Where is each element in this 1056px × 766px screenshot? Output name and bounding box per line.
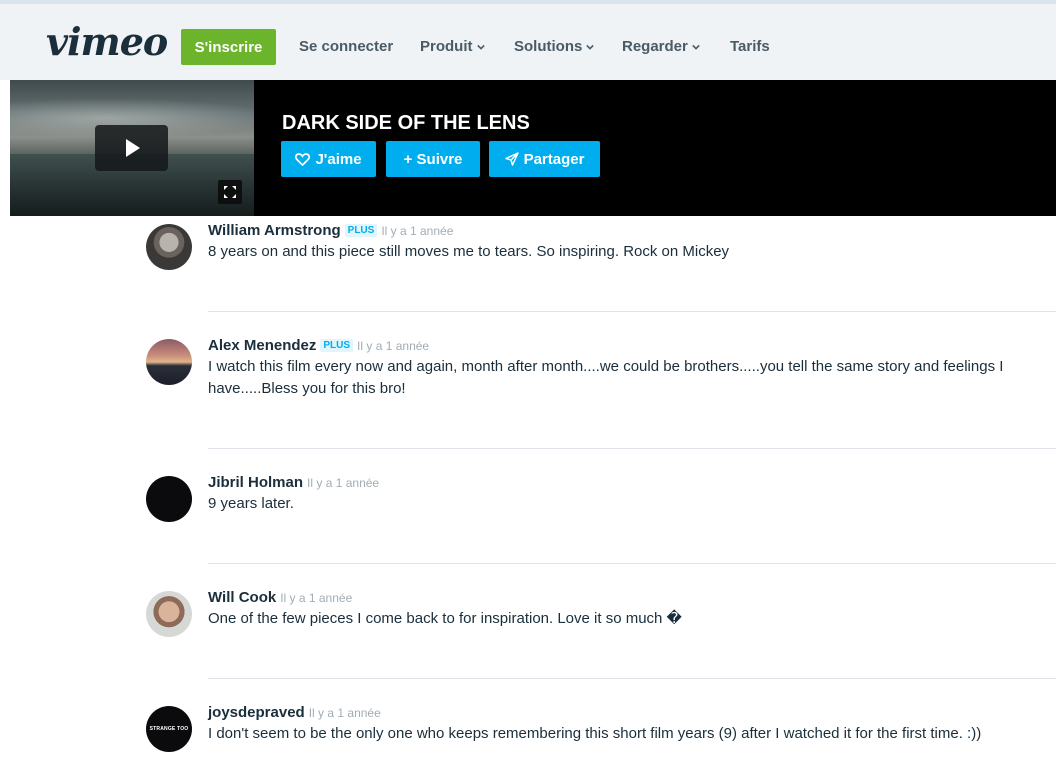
comment-timestamp[interactable]: Il y a 1 année — [357, 339, 429, 353]
avatar[interactable]: STRANGE TOO — [146, 706, 192, 752]
send-icon — [504, 152, 519, 166]
watch-label: Regarder — [622, 38, 688, 55]
chevron-down-icon — [586, 44, 595, 50]
video-header: DARK SIDE OF THE LENS J'aime + Suivre Pa… — [10, 80, 1056, 216]
play-icon — [125, 139, 140, 157]
comment-divider — [208, 678, 1056, 679]
comment-author[interactable]: Alex Menendez — [208, 337, 316, 354]
comment-divider — [208, 563, 1056, 564]
fullscreen-icon — [224, 186, 236, 198]
comment-timestamp[interactable]: Il y a 1 année — [309, 706, 381, 720]
login-label: Se connecter — [299, 38, 394, 55]
product-menu[interactable]: Produit — [420, 38, 485, 55]
comment-divider — [208, 448, 1056, 449]
plus-badge: PLUS — [320, 339, 354, 352]
avatar[interactable] — [146, 339, 192, 385]
comment-timestamp[interactable]: Il y a 1 année — [280, 591, 352, 605]
product-label: Produit — [420, 38, 473, 55]
comment-author[interactable]: Jibril Holman — [208, 474, 303, 491]
comment-text: I watch this film every now and again, m… — [208, 358, 1004, 397]
fullscreen-button[interactable] — [218, 180, 242, 204]
video-title: DARK SIDE OF THE LENS — [282, 112, 530, 134]
comment-timestamp[interactable]: Il y a 1 année — [381, 224, 453, 238]
solutions-label: Solutions — [514, 38, 583, 55]
top-navigation: vimeo S'inscrire Se connecter Produit So… — [0, 0, 1056, 80]
share-label: Partager — [523, 150, 585, 168]
comment-text: 8 years on and this piece still moves me… — [208, 243, 730, 260]
video-thumbnail[interactable] — [10, 80, 254, 216]
pricing-label: Tarifs — [730, 38, 770, 55]
vimeo-logo[interactable]: vimeo — [46, 22, 168, 62]
follow-button[interactable]: + Suivre — [386, 141, 480, 177]
plus-badge: PLUS — [344, 224, 378, 237]
avatar[interactable] — [146, 476, 192, 522]
comment-author[interactable]: Will Cook — [208, 589, 276, 606]
comment-text: I don't seem to be the only one who keep… — [208, 725, 982, 742]
pricing-link[interactable]: Tarifs — [730, 38, 770, 55]
like-button[interactable]: J'aime — [281, 141, 376, 177]
login-link[interactable]: Se connecter — [299, 38, 393, 55]
comment-timestamp[interactable]: Il y a 1 année — [307, 476, 379, 490]
solutions-menu[interactable]: Solutions — [514, 38, 595, 55]
comment-text: One of the few pieces I come back to for… — [208, 610, 682, 627]
comment-author[interactable]: William Armstrong — [208, 222, 341, 239]
signup-button[interactable]: S'inscrire — [181, 29, 276, 65]
play-button[interactable] — [95, 125, 168, 171]
comment-author[interactable]: joysdepraved — [208, 704, 305, 721]
share-button[interactable]: Partager — [489, 141, 600, 177]
avatar-logo-text: STRANGE TOO — [149, 726, 189, 732]
watch-menu[interactable]: Regarder — [622, 38, 700, 55]
chevron-down-icon — [692, 44, 700, 50]
avatar[interactable] — [146, 591, 192, 637]
comment-divider — [208, 311, 1056, 312]
comment-text: 9 years later. — [208, 495, 294, 512]
heart-icon — [295, 152, 311, 166]
follow-label: + Suivre — [403, 150, 463, 168]
avatar[interactable] — [146, 224, 192, 270]
chevron-down-icon — [476, 44, 485, 50]
like-label: J'aime — [315, 150, 362, 168]
